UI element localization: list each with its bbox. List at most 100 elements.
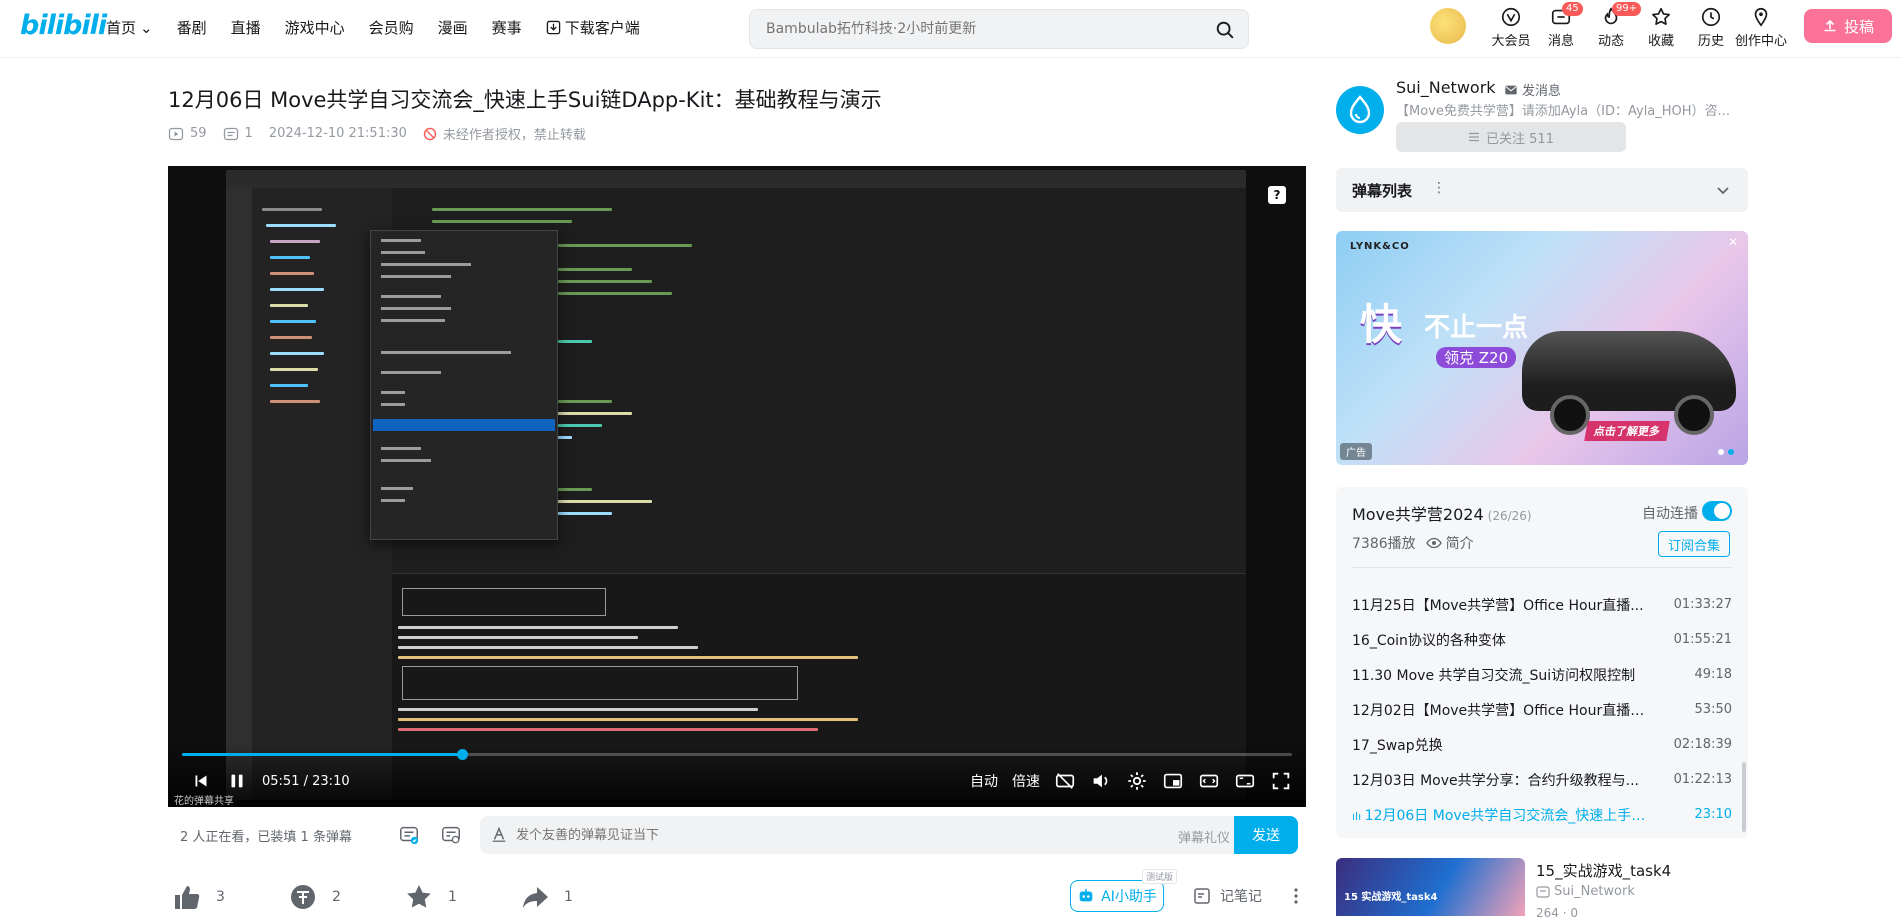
nav-anime[interactable]: 番剧 <box>177 17 207 38</box>
ad-cta[interactable]: 点击了解更多 <box>1584 421 1670 441</box>
user-avatar[interactable] <box>1430 8 1466 44</box>
recommended-uploader[interactable]: Sui_Network <box>1536 884 1635 899</box>
playlist-stats: 7386播放 简介 <box>1352 533 1474 553</box>
playlist-item[interactable]: 11.30 Move 共学自习交流_Sui访问权限控制 49:18 <box>1352 657 1732 692</box>
share-arrow-icon <box>523 887 548 908</box>
volume-icon[interactable] <box>1090 770 1112 792</box>
vip-button[interactable]: 大会员 <box>1486 6 1536 49</box>
dynamic-button[interactable]: 99+ 动态 <box>1586 2 1642 49</box>
danmaku-send-bar: 2 人正在看，已装填 1 条弹幕 弹幕礼仪 › 发送 <box>168 814 1306 856</box>
nav-esports[interactable]: 赛事 <box>492 17 522 38</box>
favorite-button[interactable]: 1 <box>404 882 457 912</box>
web-fullscreen-icon[interactable] <box>1234 770 1256 792</box>
playlist-item[interactable]: 17_Swap兑换 02:18:39 <box>1352 727 1732 762</box>
pause-icon[interactable] <box>226 770 248 792</box>
playlist-item[interactable]: 12月03日 Move共学分享：合约升级教程与... 01:22:13 <box>1352 762 1732 797</box>
nav-live[interactable]: 直播 <box>231 17 261 38</box>
close-icon[interactable]: ✕ <box>1728 235 1742 249</box>
previous-icon[interactable] <box>190 770 212 792</box>
playing-bars-icon: ılı <box>1352 809 1365 823</box>
recommended-video[interactable]: 15 实战游戏_task4 15_实战游戏_task4 Sui_Network … <box>1336 858 1748 920</box>
subscribe-collection-button[interactable]: 订阅合集 <box>1658 531 1730 557</box>
playlist-item-active[interactable]: ılı 12月06日 Move共学自习交流会_快速上手Sui... 23:10 <box>1352 797 1732 832</box>
share-button[interactable]: 1 <box>520 882 573 912</box>
ai-assistant-button[interactable]: AI小助手 <box>1070 880 1164 912</box>
widescreen-icon[interactable] <box>1198 770 1220 792</box>
divider <box>1352 567 1732 568</box>
video-player[interactable]: ? 05:51 / 23:10 自动 倍速 花的弹幕共享 <box>168 166 1306 807</box>
fullscreen-icon[interactable] <box>1270 770 1292 792</box>
speed-button[interactable]: 倍速 <box>1012 771 1040 791</box>
ad-carousel-dots <box>1718 449 1734 455</box>
upload-icon <box>1824 19 1836 32</box>
favorites-button[interactable]: 收藏 <box>1636 6 1686 49</box>
like-button[interactable]: 3 <box>172 882 225 912</box>
play-count: 59 <box>168 126 207 142</box>
danmaku-toggle-icon[interactable] <box>398 824 420 846</box>
more-options-icon[interactable] <box>1286 886 1306 906</box>
note-button[interactable]: 记笔记 <box>1192 886 1262 906</box>
playlist-items: 11月25日【Move共学营】Office Hour直播... 01:33:27 … <box>1352 587 1732 832</box>
robot-icon <box>1079 888 1093 902</box>
subtitle-off-icon[interactable] <box>1054 770 1076 792</box>
ad-banner[interactable]: LYNK&CO 快 不止一点 领克 Z20 点击了解更多 广告 ✕ <box>1336 231 1748 465</box>
uploader-name[interactable]: Sui_Network <box>1396 78 1496 97</box>
creator-icon <box>1754 7 1768 27</box>
history-button[interactable]: 历史 <box>1686 6 1736 49</box>
send-message-link[interactable]: 发消息 <box>1504 80 1561 99</box>
recommended-thumbnail[interactable]: 15 实战游戏_task4 <box>1336 858 1525 916</box>
nav-home[interactable]: 首页 ⌄ <box>106 17 153 38</box>
playlist-scrollbar[interactable] <box>1742 762 1746 832</box>
send-danmaku-button[interactable]: 发送 <box>1234 816 1298 854</box>
danmaku-settings-icon[interactable] <box>440 824 462 846</box>
search-input[interactable] <box>750 10 1200 48</box>
ad-brand: LYNK&CO <box>1350 241 1410 252</box>
danmaku-etiquette-link[interactable]: 弹幕礼仪 › <box>1178 827 1239 846</box>
followed-button[interactable]: 已关注 511 <box>1396 122 1626 152</box>
autoplay-toggle[interactable] <box>1702 501 1732 521</box>
nav-game-center[interactable]: 游戏中心 <box>285 17 345 38</box>
nav-mall[interactable]: 会员购 <box>369 17 414 38</box>
ad-model: 领克 Z20 <box>1436 347 1517 368</box>
carousel-dot[interactable] <box>1718 449 1724 455</box>
nav-manga[interactable]: 漫画 <box>438 17 468 38</box>
creator-center-button[interactable]: 创作中心 <box>1735 6 1787 49</box>
viewer-count: 2 人正在看，已装填 1 条弹幕 <box>180 830 352 845</box>
recommended-stats: 264 · 0 <box>1536 906 1578 920</box>
intro-link[interactable]: 简介 <box>1425 533 1474 553</box>
playlist-item[interactable]: 11月25日【Move共学营】Office Hour直播... 01:33:27 <box>1352 587 1732 622</box>
progress-bar[interactable] <box>182 749 1292 760</box>
search-icon[interactable] <box>1214 19 1236 41</box>
uploader-icon <box>1536 885 1550 898</box>
carousel-dot-active[interactable] <box>1728 449 1734 455</box>
playlist-item[interactable]: 16_Coin协议的各种变体 01:55:21 <box>1352 622 1732 657</box>
vip-icon <box>1501 7 1521 27</box>
recommended-title[interactable]: 15_实战游戏_task4 <box>1536 860 1671 881</box>
more-options-icon[interactable]: ⋮ <box>1432 180 1446 196</box>
ad-label: 广告 <box>1340 443 1372 460</box>
pip-icon[interactable] <box>1162 770 1184 792</box>
danmaku-input[interactable] <box>516 816 1076 854</box>
danmaku-help-icon[interactable]: ? <box>1268 186 1286 204</box>
font-style-icon[interactable] <box>490 825 508 843</box>
play-count-icon <box>168 127 184 140</box>
coin-button[interactable]: 2 <box>288 882 341 912</box>
settings-icon[interactable] <box>1126 770 1148 792</box>
uploader-avatar[interactable] <box>1336 86 1384 134</box>
message-button[interactable]: 45 消息 <box>1536 2 1586 49</box>
danmaku-list-header[interactable]: 弹幕列表 ⋮ <box>1336 168 1748 212</box>
playlist-item[interactable]: 12月02日【Move共学营】Office Hour直播答疑 53:50 <box>1352 692 1732 727</box>
envelope-icon <box>1505 85 1517 94</box>
quality-button[interactable]: 自动 <box>970 771 998 791</box>
bilibili-logo[interactable]: bilibili <box>20 10 107 44</box>
upload-button[interactable]: 投稿 <box>1804 9 1892 43</box>
video-toolbar: 3 2 1 1 AI小助手 测试版 记笔记 <box>168 869 1306 916</box>
danmaku-input-box: 弹幕礼仪 › 发送 <box>480 816 1298 854</box>
nav-download-client[interactable]: 下载客户端 <box>546 17 640 38</box>
playlist-panel: Move共学营2024 (26/26) 自动连播 7386播放 简介 订阅合集 1… <box>1336 487 1748 838</box>
uploader-description: 【Move免费共学营】请添加Ayla（ID：Ayla_HOH）咨... <box>1396 104 1730 119</box>
star-icon <box>407 885 431 908</box>
thumbnail-caption: 15 实战游戏_task4 <box>1344 892 1438 903</box>
history-icon <box>1701 7 1721 27</box>
chevron-down-icon[interactable] <box>1714 181 1732 199</box>
